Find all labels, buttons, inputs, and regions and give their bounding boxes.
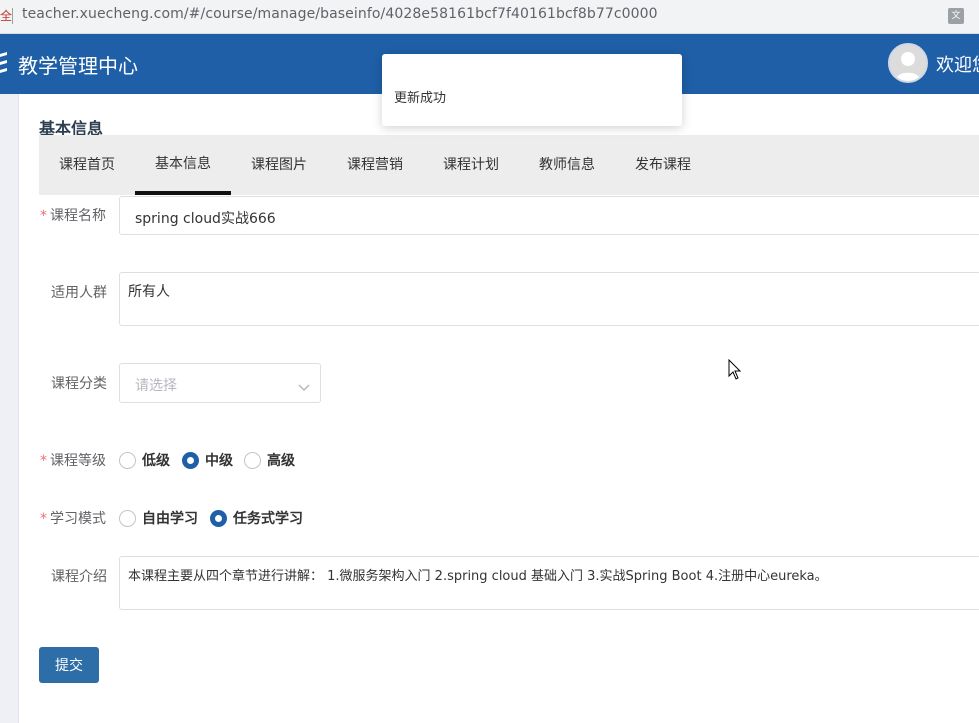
mode-radio-free[interactable]: 自由学习 — [119, 508, 198, 528]
url-text[interactable]: teacher.xuecheng.com/#/course/manage/bas… — [22, 6, 658, 22]
audience-value: 所有人 — [128, 284, 170, 300]
user-silhouette-icon — [895, 52, 921, 81]
intro-value: 本课程主要从四个章节进行讲解： 1.微服务架构入门 2.spring cloud… — [128, 569, 828, 584]
browser-address-bar[interactable]: 全 teacher.xuecheng.com/#/course/manage/b… — [0, 0, 979, 34]
intro-textarea[interactable]: 本课程主要从四个章节进行讲解： 1.微服务架构入门 2.spring cloud… — [119, 556, 979, 610]
toast-message: 更新成功 — [394, 91, 447, 106]
category-label: 课程分类 — [51, 376, 107, 392]
app-title: 教学管理中心 — [18, 54, 138, 78]
tab-teacher-info[interactable]: 教师信息 — [519, 135, 615, 195]
logo-icon — [0, 52, 7, 73]
audience-label: 适用人群 — [51, 285, 107, 301]
intro-label: 课程介绍 — [51, 569, 107, 585]
radio-circle — [119, 451, 136, 469]
tab-course-plan[interactable]: 课程计划 — [423, 135, 519, 195]
required-mark: * — [40, 453, 47, 469]
welcome-text: 欢迎您 — [936, 55, 979, 76]
tab-course-images[interactable]: 课程图片 — [231, 135, 327, 195]
tab-basic-info[interactable]: 基本信息 — [135, 135, 231, 195]
chevron-down-icon — [298, 384, 310, 392]
tab-publish-course[interactable]: 发布课程 — [615, 135, 711, 195]
sidebar-strip — [0, 94, 19, 723]
tab-bar: 课程首页 基本信息 课程图片 课程营销 课程计划 教师信息 发布课程 — [39, 135, 979, 195]
course-name-value: spring cloud实战666 — [135, 211, 276, 227]
learning-mode-label: * 学习模式 — [40, 511, 106, 527]
required-mark: * — [40, 208, 47, 224]
grade-radio-low[interactable]: 低级 — [119, 450, 170, 470]
course-name-label: * 课程名称 — [40, 208, 106, 224]
submit-button[interactable]: 提交 — [39, 647, 99, 683]
tab-course-marketing[interactable]: 课程营销 — [327, 135, 423, 195]
toast-notification: 更新成功 — [382, 54, 682, 126]
avatar[interactable] — [888, 43, 928, 83]
grade-radio-medium[interactable]: 中级 — [182, 450, 233, 470]
tab-course-home[interactable]: 课程首页 — [39, 135, 135, 195]
translate-icon[interactable]: 文 — [948, 8, 964, 24]
category-select[interactable]: 请选择 — [119, 363, 321, 403]
grade-label: * 课程等级 — [40, 453, 106, 469]
grade-radio-high[interactable]: 高级 — [244, 450, 295, 470]
audience-textarea[interactable]: 所有人 — [119, 272, 979, 326]
url-security-prefix: 全 — [0, 9, 13, 23]
url-separator — [12, 8, 13, 24]
required-mark: * — [40, 511, 47, 527]
radio-circle-checked — [182, 451, 199, 469]
category-placeholder: 请选择 — [135, 378, 177, 394]
radio-circle — [244, 451, 261, 469]
radio-circle-checked — [210, 509, 227, 527]
mode-radio-task[interactable]: 任务式学习 — [210, 508, 303, 528]
radio-circle — [119, 509, 136, 527]
mouse-cursor-icon — [728, 359, 742, 380]
course-name-input[interactable]: spring cloud实战666 — [119, 196, 979, 235]
